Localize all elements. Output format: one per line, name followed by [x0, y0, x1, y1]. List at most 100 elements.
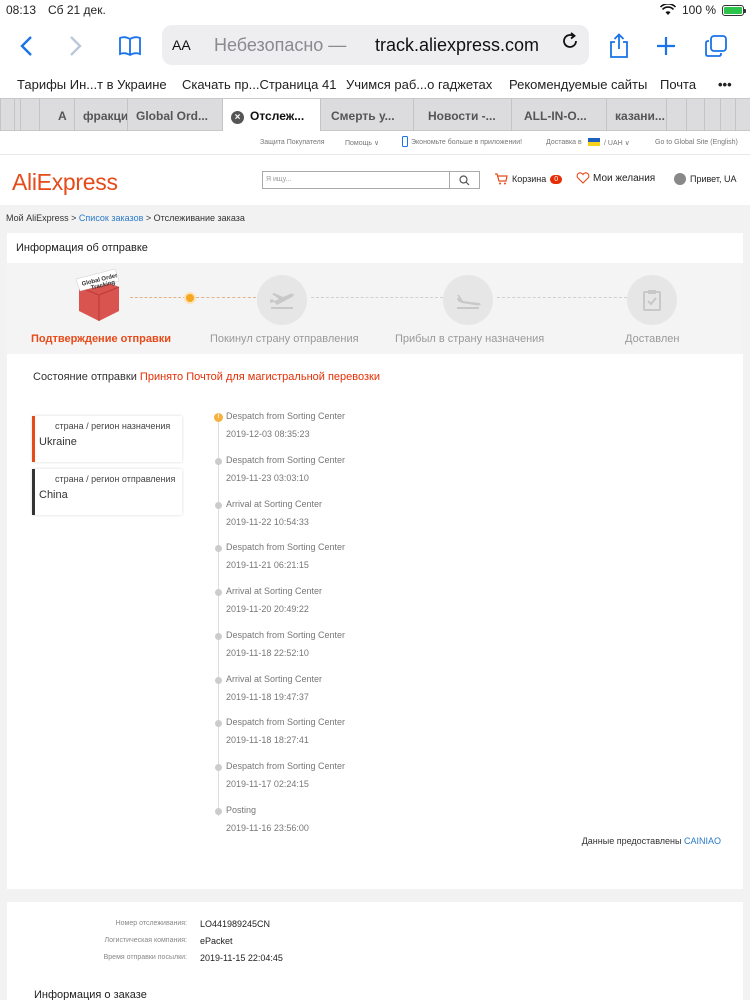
plus-icon [657, 37, 675, 55]
wishlist-button[interactable]: Мои желания [576, 172, 655, 184]
timeline-line [218, 421, 219, 816]
progress-tracker: Global Order Tracking Подтверждение отпр… [7, 263, 743, 354]
cart-label: Корзина [512, 174, 547, 184]
battery-icon [722, 4, 746, 16]
tab-item[interactable]: Смерть у... [320, 99, 413, 131]
forward-button[interactable] [62, 32, 90, 60]
event-dot [215, 458, 222, 465]
progress-dots-done [130, 297, 186, 298]
event-desc: Despatch from Sorting Center [226, 455, 346, 465]
breadcrumb-home[interactable]: Мой AliExpress > [6, 213, 76, 223]
shipment-status: Состояние отправки Принято Почтой для ма… [33, 371, 380, 383]
breadcrumb-orders[interactable]: Список заказов [79, 213, 143, 223]
destination-value: Ukraine [39, 436, 77, 448]
tab-stub[interactable] [704, 99, 720, 131]
new-tab-button[interactable] [652, 32, 680, 60]
tab-stub[interactable] [686, 99, 704, 131]
event-time: 2019-11-18 22:52:10 [226, 648, 309, 658]
bookmark-item[interactable]: Почта [660, 77, 696, 92]
plane-landing-icon [457, 295, 481, 309]
tab-item[interactable]: A [39, 99, 74, 131]
arrived-step-icon [443, 275, 493, 325]
currency-select[interactable]: / UAH ∨ [604, 139, 630, 147]
address-bar[interactable]: AA Небезопасно — track.aliexpress.com [162, 25, 589, 65]
tab-stub[interactable] [666, 99, 686, 131]
app-promo-link[interactable]: Экономьте больше в приложении! [411, 139, 522, 146]
event-time: 2019-11-18 19:47:37 [226, 692, 309, 702]
help-link[interactable]: Помощь ∨ [345, 139, 379, 147]
tab-item[interactable]: Новости -... [413, 99, 511, 131]
aliexpress-logo[interactable]: AliExpress [12, 169, 118, 196]
shipment-card: Информация об отправке Global Order Trac… [7, 233, 743, 889]
event-dot [215, 502, 222, 509]
event-time: 2019-11-23 03:03:10 [226, 473, 309, 483]
account-menu[interactable]: Привет, UA [674, 173, 737, 185]
shipped-time-label: Время отправки посылки: [103, 954, 187, 961]
url-domain: track.aliexpress.com [375, 35, 540, 55]
event-time: 2019-11-21 06:21:15 [226, 560, 309, 570]
event-dot [215, 545, 222, 552]
event-desc: Despatch from Sorting Center [226, 630, 346, 640]
chevron-right-icon [70, 36, 82, 56]
wifi-icon [659, 4, 676, 15]
cart-button[interactable]: Корзина 0 [494, 173, 563, 185]
reload-icon[interactable] [561, 32, 579, 56]
event-time: 2019-11-20 20:49:22 [226, 604, 309, 614]
phone-icon [402, 136, 408, 149]
event-desc: Despatch from Sorting Center [226, 761, 346, 771]
tab-stub[interactable] [735, 99, 750, 131]
event-desc: Arrival at Sorting Center [226, 586, 323, 596]
status-bar: 08:13 Сб 21 дек. 100 % [0, 0, 750, 20]
tab-label: Отслеж... [250, 109, 305, 123]
avatar [674, 173, 686, 185]
tab-item[interactable]: казани... [606, 99, 666, 131]
status-value: Принято Почтой для магистральной перевоз… [139, 371, 380, 383]
provider-link[interactable]: CAINIAO [684, 836, 721, 846]
plane-takeoff-icon [270, 293, 294, 309]
tab-item[interactable]: ALL-IN-O... [511, 99, 606, 131]
tracking-number-label: Номер отслеживания: [115, 920, 187, 927]
current-event-icon: ! [214, 413, 223, 422]
event-desc: Despatch from Sorting Center [226, 717, 346, 727]
tab-stub[interactable] [0, 99, 15, 131]
data-provider: Данные предоставлены CAINIAO [582, 836, 721, 846]
browser-toolbar: AA Небезопасно — track.aliexpress.com [0, 20, 750, 72]
delivered-step-icon [627, 275, 677, 325]
step-label-departed: Покинул страну отправления [210, 333, 359, 345]
tabs-icon [705, 35, 727, 57]
tracking-number: LO441989245CN [200, 919, 271, 929]
tab-item[interactable]: Global Ord... [127, 99, 222, 131]
current-step-dot [186, 294, 194, 302]
bookmark-item[interactable]: Скачать пр...Страница 41 [182, 77, 336, 92]
global-site-link[interactable]: Go to Global Site (English) [655, 139, 738, 146]
tab-stub[interactable] [20, 99, 39, 131]
order-info-heading: Информация о заказе [34, 989, 147, 1000]
tab-item[interactable]: фракци [74, 99, 127, 131]
share-icon [610, 33, 628, 58]
more-bookmarks-button[interactable]: ••• [718, 77, 732, 92]
progress-dots [497, 297, 627, 298]
status-right: 100 % [659, 3, 746, 17]
search-button[interactable] [450, 171, 480, 189]
bookmark-item[interactable]: Тарифы Ин...т в Украине [17, 77, 167, 92]
share-button[interactable] [605, 32, 633, 60]
event-dot [215, 720, 222, 727]
ship-to-label[interactable]: Доставка в [546, 139, 582, 146]
bookmarks-button[interactable] [116, 32, 144, 60]
buyer-protection-link[interactable]: Защита Покупателя [260, 139, 325, 146]
event-desc: Despatch from Sorting Center [226, 542, 346, 552]
search-input[interactable]: Я ищу... [262, 171, 450, 189]
wishlist-label: Мои желания [593, 172, 656, 184]
close-tab-icon[interactable]: × [231, 111, 244, 124]
status-label: Состояние отправки [33, 371, 137, 383]
greeting: Привет, UA [690, 174, 737, 184]
tab-active[interactable]: × Отслеж... [222, 99, 320, 131]
tab-stub[interactable] [720, 99, 735, 131]
destination-box: страна / регион назначения Ukraine [32, 416, 182, 462]
tabs-overview-button[interactable] [702, 32, 730, 60]
bookmark-item[interactable]: Учимся раб...о гаджетах [346, 77, 492, 92]
bookmark-item[interactable]: Рекомендуемые сайты [509, 77, 647, 92]
back-button[interactable] [12, 32, 40, 60]
logistics-company: ePacket [200, 936, 233, 946]
reader-aa-button[interactable]: AA [172, 37, 191, 53]
